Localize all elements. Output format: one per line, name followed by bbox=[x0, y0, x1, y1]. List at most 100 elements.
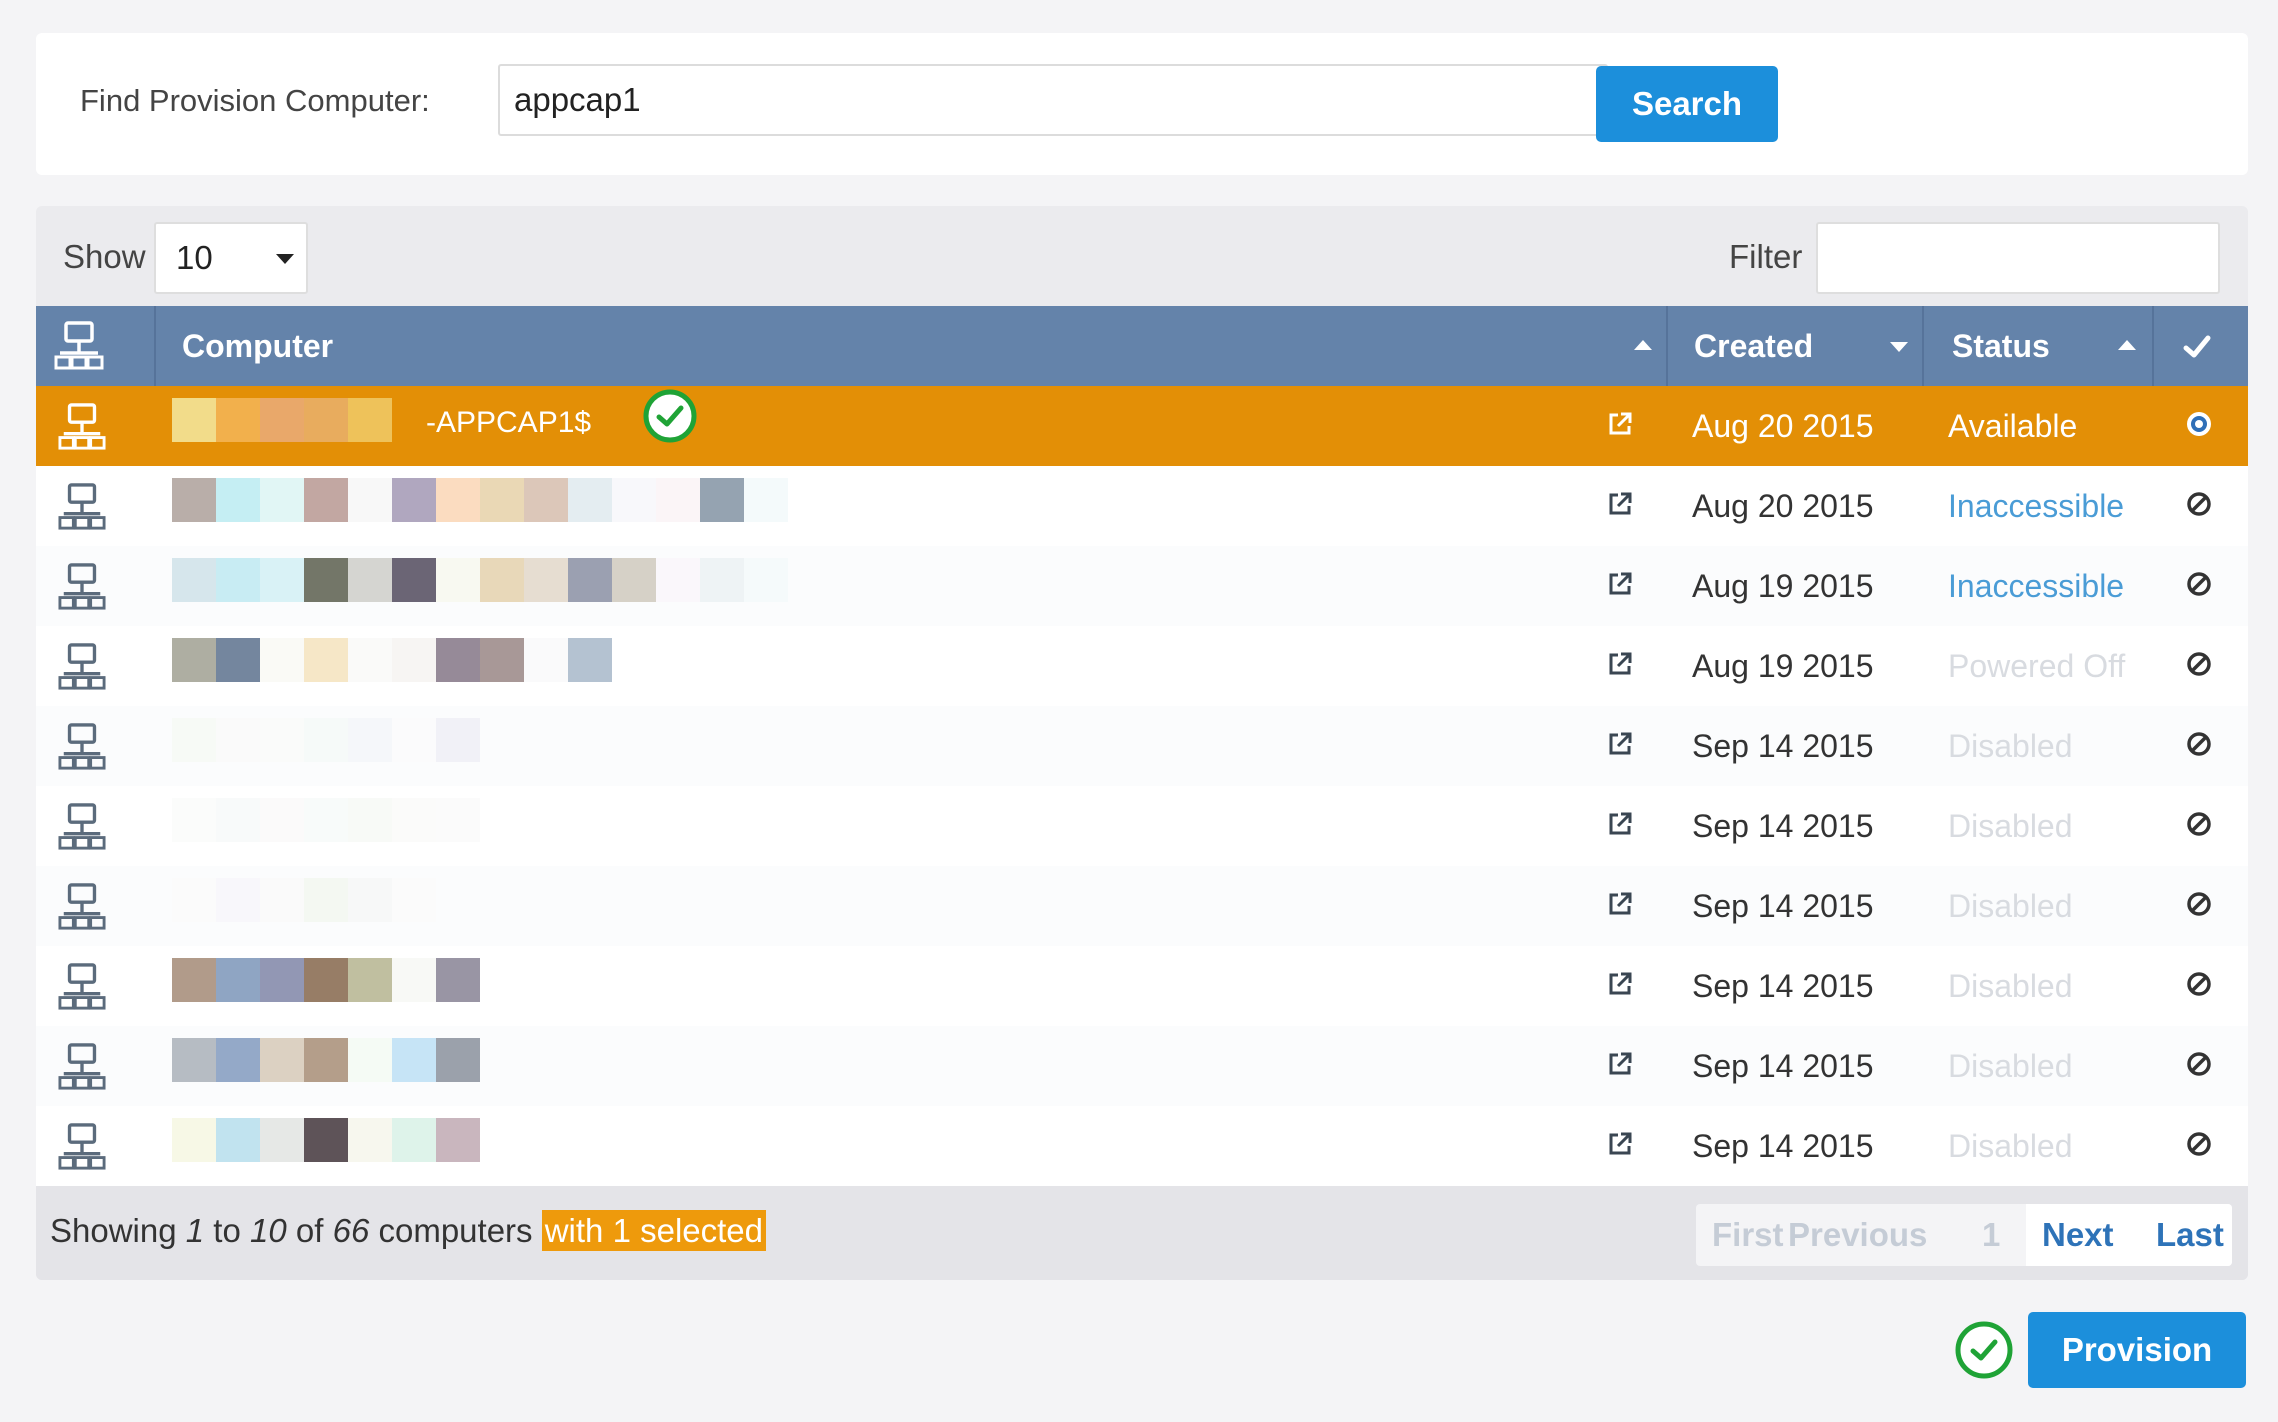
table-header: Computer Created Status bbox=[36, 306, 2248, 386]
redaction-block bbox=[216, 878, 260, 922]
redaction-block bbox=[436, 638, 480, 682]
redaction-block bbox=[480, 638, 524, 682]
table-row[interactable]: Sep 14 2015 Disabled bbox=[36, 946, 2248, 1026]
redaction-block bbox=[744, 478, 788, 522]
computer-network-icon bbox=[58, 723, 106, 770]
redaction-block bbox=[656, 478, 700, 522]
redaction-block bbox=[700, 478, 744, 522]
redaction-block bbox=[260, 958, 304, 1002]
created-date: Aug 20 2015 bbox=[1692, 408, 1874, 444]
show-label: Show bbox=[63, 238, 146, 275]
external-link-icon[interactable] bbox=[1606, 970, 1634, 998]
paging-summary: Showing 1 to 10 of 66 computers with 1 s… bbox=[50, 1210, 767, 1251]
created-date: Sep 14 2015 bbox=[1692, 968, 1874, 1004]
external-link-icon[interactable] bbox=[1606, 1050, 1634, 1078]
external-link-icon[interactable] bbox=[1606, 410, 1634, 438]
computer-network-icon bbox=[58, 563, 106, 610]
table-row[interactable]: Sep 14 2015 Disabled bbox=[36, 706, 2248, 786]
table-row[interactable]: Sep 14 2015 Disabled bbox=[36, 1026, 2248, 1106]
redaction-block bbox=[216, 1038, 260, 1082]
redaction-block bbox=[568, 558, 612, 602]
summary-to: 10 bbox=[250, 1212, 287, 1249]
created-date: Aug 19 2015 bbox=[1692, 568, 1874, 604]
computer-network-icon bbox=[58, 883, 106, 930]
column-header-status[interactable]: Status bbox=[1952, 306, 2050, 386]
not-allowed-icon bbox=[2187, 572, 2211, 596]
status-badge: Disabled bbox=[1948, 1128, 2073, 1164]
redaction-block bbox=[656, 558, 700, 602]
redaction-block bbox=[172, 478, 216, 522]
redaction-block bbox=[260, 478, 304, 522]
summary-from: 1 bbox=[185, 1212, 205, 1249]
external-link-icon[interactable] bbox=[1606, 650, 1634, 678]
redaction-block bbox=[568, 638, 612, 682]
redaction-block bbox=[480, 478, 524, 522]
column-header-created[interactable]: Created bbox=[1694, 306, 1813, 386]
search-button[interactable]: Search bbox=[1596, 66, 1778, 142]
table-row[interactable]: Aug 19 2015 Inaccessible bbox=[36, 546, 2248, 626]
provision-button[interactable]: Provision bbox=[2028, 1312, 2246, 1388]
redaction-block bbox=[348, 1038, 392, 1082]
sort-asc-icon[interactable] bbox=[1634, 340, 1652, 350]
external-link-icon[interactable] bbox=[1606, 570, 1634, 598]
grid-footer: Showing 1 to 10 of 66 computers with 1 s… bbox=[36, 1186, 2248, 1280]
header-divider bbox=[2152, 306, 2154, 386]
not-allowed-icon bbox=[2187, 892, 2211, 916]
header-divider bbox=[1922, 306, 1924, 386]
redaction-block bbox=[172, 878, 216, 922]
table-row[interactable]: -APPCAP1$ Aug 20 2015 Available bbox=[36, 386, 2248, 466]
pager-first[interactable]: First bbox=[1712, 1204, 1784, 1266]
page-size-select[interactable]: 10 bbox=[154, 222, 308, 294]
computer-network-icon bbox=[58, 803, 106, 850]
table-row[interactable]: Sep 14 2015 Disabled bbox=[36, 1106, 2248, 1186]
summary-of-word: of bbox=[295, 1212, 324, 1249]
pager-page-1[interactable]: 1 bbox=[1982, 1204, 2000, 1266]
external-link-icon[interactable] bbox=[1606, 1130, 1634, 1158]
redaction-block bbox=[392, 1118, 436, 1162]
redaction-block bbox=[172, 718, 216, 762]
redaction-block bbox=[524, 558, 568, 602]
summary-total: 66 bbox=[332, 1212, 370, 1249]
computer-network-icon bbox=[58, 403, 106, 450]
redaction-block bbox=[524, 478, 568, 522]
pager-last[interactable]: Last bbox=[2156, 1204, 2224, 1266]
redaction-block bbox=[392, 1038, 436, 1082]
redaction-block bbox=[304, 478, 348, 522]
table-row[interactable]: Sep 14 2015 Disabled bbox=[36, 866, 2248, 946]
sort-asc-icon[interactable] bbox=[2118, 340, 2136, 350]
filter-input[interactable] bbox=[1816, 222, 2220, 294]
radio-selected-icon[interactable] bbox=[2184, 409, 2214, 439]
redaction-block bbox=[304, 718, 348, 762]
status-badge: Inaccessible bbox=[1948, 568, 2125, 604]
summary-to-word: to bbox=[213, 1212, 241, 1249]
external-link-icon[interactable] bbox=[1606, 890, 1634, 918]
pager-previous[interactable]: Previous bbox=[1788, 1204, 1927, 1266]
column-header-computer[interactable]: Computer bbox=[182, 306, 333, 386]
redaction-block bbox=[172, 638, 216, 682]
created-date: Sep 14 2015 bbox=[1692, 728, 1874, 764]
sort-desc-icon[interactable] bbox=[1890, 342, 1908, 352]
redaction-block bbox=[392, 718, 436, 762]
redaction-block bbox=[172, 1118, 216, 1162]
external-link-icon[interactable] bbox=[1606, 810, 1634, 838]
status-badge: Powered Off bbox=[1948, 648, 2126, 684]
redaction-block bbox=[436, 1118, 480, 1162]
redaction-block bbox=[260, 558, 304, 602]
status-badge: Disabled bbox=[1948, 1048, 2073, 1084]
redaction-block bbox=[216, 958, 260, 1002]
external-link-icon[interactable] bbox=[1606, 730, 1634, 758]
external-link-icon[interactable] bbox=[1606, 490, 1634, 518]
pager-next[interactable]: Next bbox=[2042, 1204, 2114, 1266]
table-row[interactable]: Sep 14 2015 Disabled bbox=[36, 786, 2248, 866]
table-row[interactable]: Aug 20 2015 Inaccessible bbox=[36, 466, 2248, 546]
page-size-value: 10 bbox=[176, 239, 213, 276]
table-row[interactable]: Aug 19 2015 Powered Off bbox=[36, 626, 2248, 706]
redaction-block bbox=[392, 878, 436, 922]
redaction-block bbox=[216, 398, 260, 442]
status-badge: Disabled bbox=[1948, 968, 2073, 1004]
redaction-block bbox=[348, 718, 392, 762]
search-input[interactable]: appcap1 bbox=[498, 64, 1608, 136]
redaction-block bbox=[348, 638, 392, 682]
selected-count-badge: with 1 selected bbox=[541, 1210, 767, 1251]
redaction-block bbox=[304, 878, 348, 922]
